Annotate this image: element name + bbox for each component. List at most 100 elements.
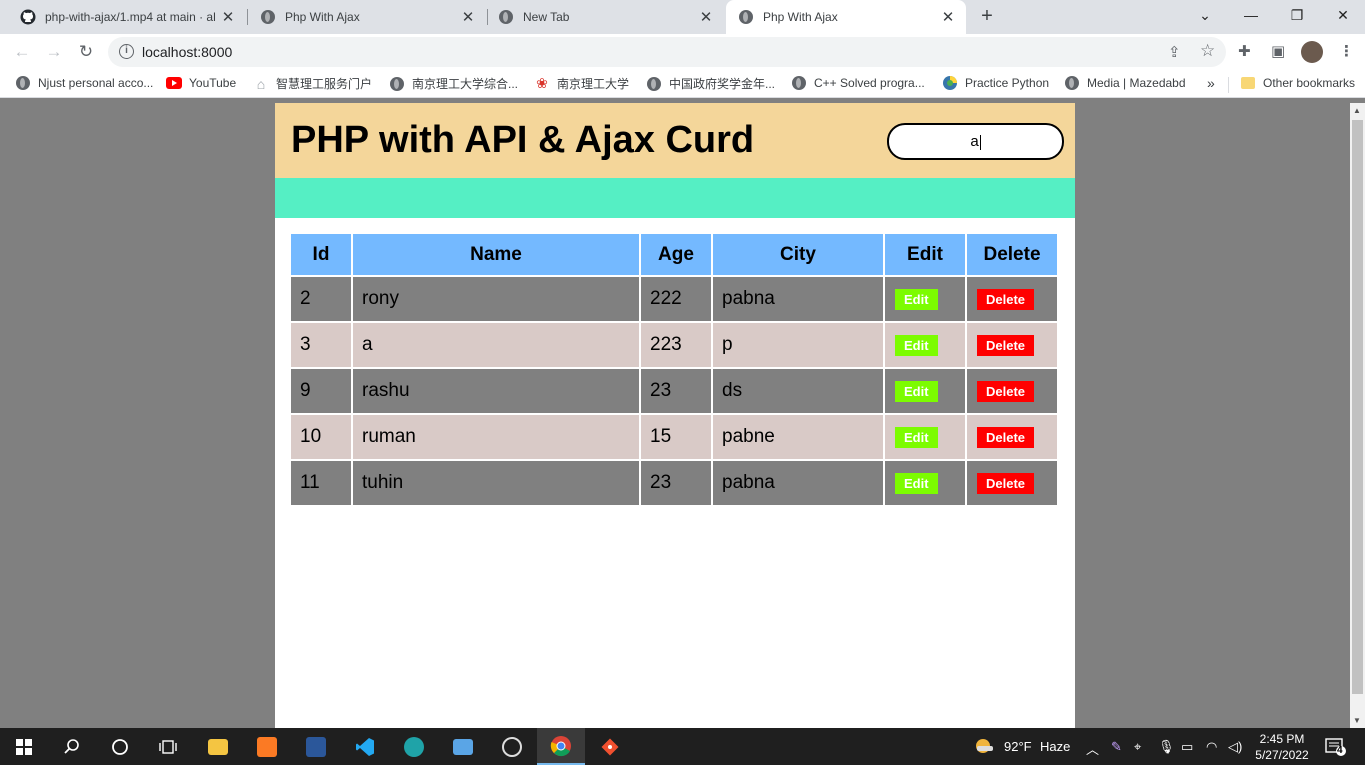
browser-tab-active[interactable]: Php With Ajax ✕	[726, 0, 966, 34]
new-tab-icon[interactable]: +	[976, 5, 998, 27]
file-explorer-icon[interactable]	[194, 728, 242, 765]
search-input[interactable]: a	[887, 123, 1064, 160]
tab-title: Php With Ajax	[285, 10, 360, 24]
cell-age: 23	[641, 461, 711, 505]
column-header-city: City	[713, 234, 883, 275]
pen-workspace-icon[interactable]: ✎	[1111, 739, 1122, 755]
page-header: PHP with API & Ajax Curd a	[275, 103, 1075, 178]
volume-icon[interactable]: ◁)	[1228, 739, 1242, 755]
edit-button[interactable]: Edit	[895, 427, 938, 448]
table-row: 3 a 223 p Edit Delete	[291, 323, 1057, 367]
meet-now-icon[interactable]: ⌖	[1134, 739, 1141, 755]
more-bookmarks-icon[interactable]: »	[1207, 75, 1215, 91]
scroll-up-arrow-icon[interactable]: ▲	[1353, 106, 1361, 115]
close-tab-icon[interactable]: ✕	[218, 8, 238, 26]
info-icon[interactable]: i	[119, 44, 134, 59]
notifications-icon[interactable]	[1325, 737, 1347, 760]
bookmark-item[interactable]: C++ Solved progra...	[791, 75, 925, 91]
bookmark-item[interactable]: YouTube	[166, 75, 236, 91]
microphone-icon[interactable]: 🎙	[1158, 739, 1175, 755]
chrome-icon[interactable]	[537, 728, 585, 765]
delete-button[interactable]: Delete	[977, 427, 1035, 448]
cell-delete: Delete	[967, 369, 1057, 413]
bookmark-label: Media | Mazedabd	[1087, 76, 1186, 90]
clock-time: 2:45 PM	[1259, 732, 1305, 746]
cell-name: rony	[353, 277, 639, 321]
delete-button[interactable]: Delete	[977, 473, 1035, 494]
cell-city: ds	[713, 369, 883, 413]
system-clock[interactable]: 2:45 PM 5/27/2022	[1252, 731, 1312, 763]
table-row: 11 tuhin 23 pabna Edit Delete	[291, 461, 1057, 505]
obs-icon[interactable]	[488, 728, 536, 765]
git-icon[interactable]	[586, 728, 634, 765]
windows-start-icon[interactable]	[0, 728, 48, 765]
clock-date: 5/27/2022	[1255, 748, 1309, 762]
cortana-icon[interactable]	[96, 728, 144, 765]
forward-icon[interactable]: →	[42, 40, 66, 64]
data-table: Id Name Age City Edit Delete 2 rony 222 …	[289, 232, 1059, 507]
battery-icon[interactable]: ▭	[1181, 739, 1193, 755]
bookmark-label: 中国政府奖学金年...	[669, 77, 776, 91]
scroll-down-arrow-icon[interactable]: ▼	[1353, 716, 1361, 725]
globe-icon	[15, 75, 31, 91]
menu-kebab-icon[interactable]: ⋮	[1339, 42, 1354, 60]
edit-button[interactable]: Edit	[895, 335, 938, 356]
browser-tab[interactable]: New Tab ✕	[478, 0, 724, 34]
column-header-edit: Edit	[885, 234, 965, 275]
weather-condition[interactable]: Haze	[1040, 739, 1070, 754]
cell-name: rashu	[353, 369, 639, 413]
restore-icon[interactable]: ❐	[1274, 0, 1320, 32]
side-panel-icon[interactable]: ▣	[1271, 42, 1285, 60]
cell-id: 9	[291, 369, 351, 413]
edge-icon[interactable]	[390, 728, 438, 765]
page-scrollbar[interactable]: ▲ ▼	[1350, 103, 1365, 728]
word-icon[interactable]	[292, 728, 340, 765]
close-tab-icon[interactable]: ✕	[458, 8, 478, 26]
wifi-icon[interactable]: ◠	[1206, 739, 1217, 755]
bookmark-item[interactable]: Practice Python	[942, 75, 1049, 91]
extensions-icon[interactable]: ✚	[1238, 42, 1251, 60]
close-tab-icon[interactable]: ✕	[938, 8, 958, 26]
weather-temp[interactable]: 92°F	[1004, 739, 1032, 754]
bookmark-item[interactable]: Njust personal acco...	[15, 75, 153, 91]
github-icon	[20, 9, 36, 25]
vscode-icon[interactable]	[341, 728, 389, 765]
bookmark-star-icon[interactable]: ☆	[1200, 41, 1215, 61]
column-header-age: Age	[641, 234, 711, 275]
edit-button[interactable]: Edit	[895, 381, 938, 402]
reload-icon[interactable]: ↻	[74, 40, 98, 64]
globe-icon	[738, 9, 754, 25]
scrollbar-thumb[interactable]	[1352, 120, 1363, 694]
bookmark-item[interactable]: ❀ 南京理工大学	[534, 75, 629, 92]
cell-age: 223	[641, 323, 711, 367]
other-bookmarks[interactable]: Other bookmarks	[1240, 75, 1355, 91]
delete-button[interactable]: Delete	[977, 381, 1035, 402]
profile-avatar[interactable]	[1301, 41, 1323, 63]
bookmark-item[interactable]: 南京理工大学综合...	[389, 75, 518, 92]
tab-search-icon[interactable]: ⌄	[1182, 0, 1228, 32]
browser-tab[interactable]: Php With Ajax ✕	[240, 0, 486, 34]
bookmark-item[interactable]: 中国政府奖学金年...	[646, 75, 775, 92]
bookmark-item[interactable]: ⌂ 智慧理工服务门户	[253, 75, 372, 92]
delete-button[interactable]: Delete	[977, 289, 1035, 310]
edit-button[interactable]: Edit	[895, 473, 938, 494]
bookmark-label: 南京理工大学	[557, 77, 630, 91]
back-icon[interactable]: ←	[10, 40, 34, 64]
cell-city: pabna	[713, 277, 883, 321]
xampp-icon[interactable]	[243, 728, 291, 765]
browser-tab[interactable]: php-with-ajax/1.mp4 at main · al ✕	[0, 0, 246, 34]
close-window-icon[interactable]: ✕	[1320, 0, 1365, 32]
task-view-icon[interactable]	[144, 728, 192, 765]
delete-button[interactable]: Delete	[977, 335, 1035, 356]
address-bar[interactable]: i localhost:8000 ⇪ ☆	[108, 37, 1226, 67]
search-icon[interactable]	[48, 728, 96, 765]
close-tab-icon[interactable]: ✕	[696, 8, 716, 26]
control-panel-icon[interactable]	[439, 728, 487, 765]
edit-button[interactable]: Edit	[895, 289, 938, 310]
share-icon[interactable]: ⇪	[1168, 43, 1181, 61]
weather-icon[interactable]	[974, 737, 994, 758]
bookmark-item[interactable]: Media | Mazedabd	[1064, 75, 1186, 91]
minimize-icon[interactable]: —	[1228, 0, 1274, 32]
search-input-value: a	[970, 133, 979, 150]
show-hidden-icons-icon[interactable]: ︿	[1086, 739, 1099, 758]
